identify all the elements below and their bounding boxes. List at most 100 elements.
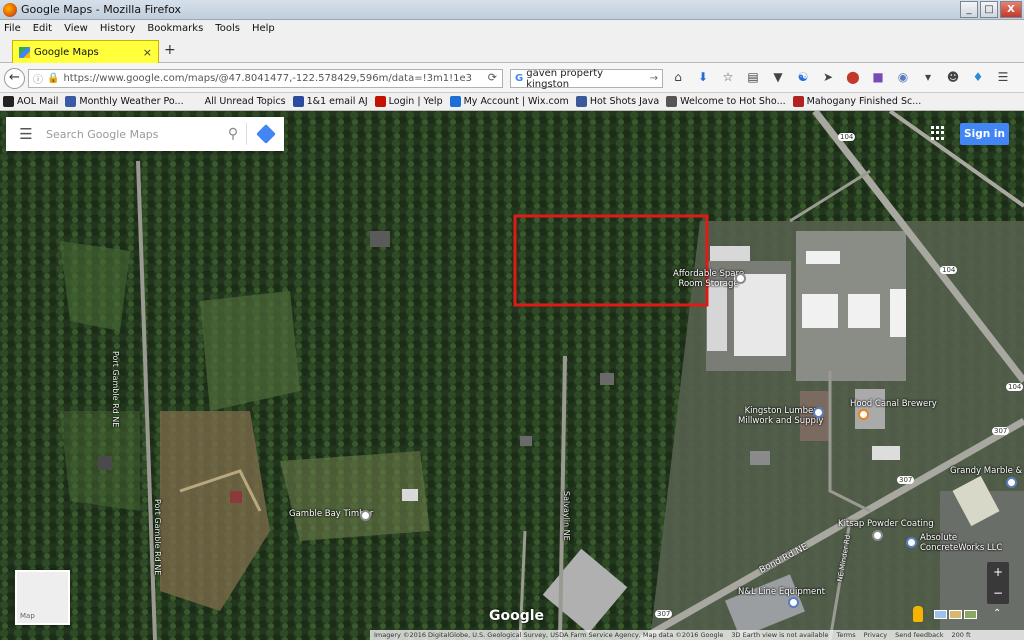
- menu-hamburger-icon[interactable]: ☰: [995, 70, 1011, 84]
- satellite-map[interactable]: ☰ Search Google Maps ⚲ Sign in Affordabl…: [0, 111, 1024, 640]
- place-pin-icon[interactable]: [872, 530, 883, 541]
- back-button[interactable]: ←: [4, 68, 25, 89]
- bookmark-item[interactable]: My Account | Wix.com: [449, 96, 569, 107]
- bookmark-item[interactable]: 1&1 email AJ: [292, 96, 368, 107]
- directions-icon[interactable]: [246, 123, 284, 145]
- browser-search-field[interactable]: G gaven property kingston →: [510, 67, 663, 90]
- tab-close-icon[interactable]: ×: [143, 46, 152, 59]
- menu-edit[interactable]: Edit: [33, 23, 52, 34]
- place-label[interactable]: Kitsap Powder Coating: [838, 519, 934, 529]
- place-pin-icon[interactable]: [735, 273, 746, 284]
- maximize-button[interactable]: □: [980, 1, 998, 18]
- place-label[interactable]: N&L Line Equipment: [738, 587, 825, 597]
- bookmarks-toolbar: AOL Mail Monthly Weather Po... All Unrea…: [0, 93, 1024, 111]
- send-feedback-link[interactable]: Send feedback: [895, 631, 943, 639]
- bookmarks-list-icon[interactable]: ▤: [745, 70, 761, 84]
- map-footer: Imagery ©2016 DigitalGlobe, U.S. Geologi…: [370, 630, 1024, 640]
- home-icon[interactable]: ⌂: [670, 70, 686, 84]
- bookmark-item[interactable]: Welcome to Hot Sho...: [666, 96, 786, 107]
- browser-search-value: gaven property kingston: [526, 67, 604, 90]
- info-icon[interactable]: ⓘ: [33, 71, 43, 86]
- route-shield: 104: [1006, 383, 1024, 391]
- place-pin-icon[interactable]: [813, 407, 824, 418]
- bookmark-item[interactable]: Mahogany Finished Sc...: [792, 96, 921, 107]
- tab-label: Google Maps: [34, 46, 99, 58]
- bookmark-item[interactable]: All Unread Topics: [205, 96, 286, 107]
- place-pin-icon[interactable]: [788, 597, 799, 608]
- new-tab-button[interactable]: +: [164, 42, 176, 58]
- reload-icon[interactable]: ⟳: [488, 71, 497, 84]
- search-go-icon[interactable]: →: [650, 73, 658, 84]
- map-view-toggle[interactable]: Map: [15, 570, 70, 625]
- url-text: https://www.google.com/maps/@47.8041477,…: [63, 73, 472, 84]
- place-label[interactable]: Hood Canal Brewery: [850, 399, 937, 409]
- addon-icon[interactable]: ◉: [895, 70, 911, 84]
- place-label[interactable]: Absolute ConcreteWorks LLC: [920, 533, 1002, 553]
- toolbar-icons: ⌂ ⬇ ☆ ▤ ▼ ☯ ➤ ⬤ ■ ◉ ▾ ☻ ♦ ☰: [670, 70, 1011, 84]
- downloads-icon[interactable]: ⬇: [695, 70, 711, 84]
- adblock-icon[interactable]: ⬤: [845, 70, 861, 84]
- map-search-box[interactable]: ☰ Search Google Maps ⚲: [6, 117, 284, 151]
- window-titlebar: Google Maps - Mozilla Firefox _ □ X: [0, 0, 1024, 20]
- privacy-link[interactable]: Privacy: [864, 631, 888, 639]
- email-icon: [292, 96, 304, 107]
- bookmark-item[interactable]: AOL Mail: [3, 96, 58, 107]
- map-search-input[interactable]: Search Google Maps: [46, 128, 220, 141]
- bookmark-item[interactable]: Hot Shots Java: [575, 96, 659, 107]
- search-engine-icon[interactable]: G: [515, 73, 523, 84]
- map-menu-icon[interactable]: ☰: [6, 125, 46, 143]
- send-icon[interactable]: ➤: [820, 70, 836, 84]
- sync-icon[interactable]: ☯: [795, 70, 811, 84]
- google-logo: Google: [489, 608, 545, 624]
- lock-icon: 🔒: [47, 73, 60, 84]
- window-controls: _ □ X: [960, 1, 1022, 18]
- apps-grid-icon[interactable]: [931, 126, 945, 140]
- place-label[interactable]: Affordable Spare Room Storage: [673, 269, 744, 289]
- menu-help[interactable]: Help: [252, 23, 275, 34]
- pocket-icon[interactable]: ▼: [770, 70, 786, 84]
- bookmark-star-icon[interactable]: ☆: [720, 70, 736, 84]
- place-pin-icon[interactable]: [858, 409, 869, 420]
- notifications-icon[interactable]: ♦: [970, 70, 986, 84]
- bookmark-item[interactable]: Login | Yelp: [374, 96, 443, 107]
- road-label: Port Gamble Rd NE: [111, 351, 120, 428]
- chat-icon[interactable]: ☻: [945, 70, 961, 84]
- menu-bar: File Edit View History Bookmarks Tools H…: [0, 20, 1024, 37]
- minimize-button[interactable]: _: [960, 1, 978, 18]
- place-pin-icon[interactable]: [906, 537, 917, 548]
- menu-history[interactable]: History: [100, 23, 136, 34]
- zoom-out-button[interactable]: −: [987, 583, 1009, 604]
- menu-file[interactable]: File: [4, 23, 21, 34]
- menu-tools[interactable]: Tools: [215, 23, 240, 34]
- place-pin-icon[interactable]: [1006, 477, 1017, 488]
- place-label[interactable]: Grandy Marble & Tile: [950, 466, 1024, 476]
- road-label: Port Gamble Rd NE: [153, 499, 162, 576]
- place-label[interactable]: Kingston Lumber Millwork and Supply: [738, 406, 823, 426]
- route-shield: 104: [838, 133, 856, 141]
- terms-link[interactable]: Terms: [836, 631, 855, 639]
- menu-bookmarks[interactable]: Bookmarks: [147, 23, 203, 34]
- firefox-logo-icon: [3, 2, 17, 17]
- place-pin-icon[interactable]: [360, 510, 371, 521]
- scale-label[interactable]: 200 ft: [951, 631, 970, 639]
- facebook-icon: [575, 96, 587, 107]
- close-window-button[interactable]: X: [1000, 1, 1022, 18]
- road-label: Salvaylin NE: [562, 491, 571, 541]
- pegman-icon[interactable]: [913, 606, 923, 622]
- mahogany-icon: [792, 96, 804, 107]
- zoom-controls: + −: [987, 562, 1009, 604]
- route-shield: 307: [897, 476, 915, 484]
- navigation-toolbar: ← ⓘ 🔒 https://www.google.com/maps/@47.80…: [0, 63, 1024, 93]
- search-icon[interactable]: ⚲: [220, 126, 246, 142]
- sign-in-button[interactable]: Sign in: [960, 123, 1009, 145]
- url-bar[interactable]: ⓘ 🔒 https://www.google.com/maps/@47.8041…: [28, 69, 503, 88]
- zoom-in-button[interactable]: +: [987, 562, 1009, 583]
- tab-google-maps[interactable]: Google Maps ×: [12, 40, 159, 63]
- extension-icon[interactable]: ■: [870, 70, 886, 84]
- weather-icon: [65, 96, 77, 107]
- expand-icon[interactable]: ⌃: [993, 608, 1001, 619]
- dropdown-icon[interactable]: ▾: [920, 70, 936, 84]
- imagery-thumbnails[interactable]: [934, 610, 977, 619]
- bookmark-item[interactable]: Monthly Weather Po...: [65, 96, 184, 107]
- menu-view[interactable]: View: [64, 23, 88, 34]
